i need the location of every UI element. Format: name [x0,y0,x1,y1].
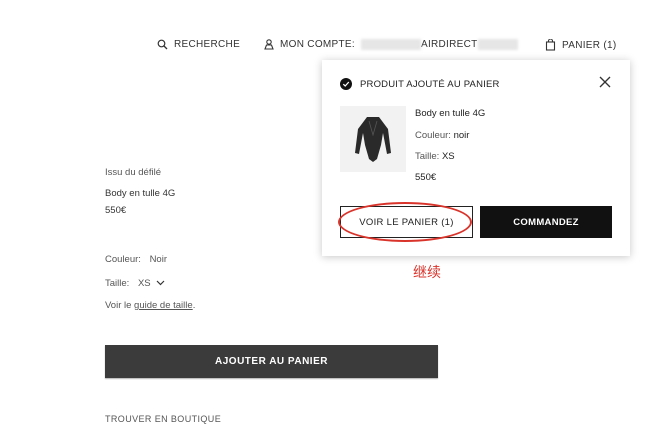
product-name: Body en tulle 4G [105,188,176,199]
redacted-name [360,39,421,50]
check-circle-icon [340,78,352,90]
color-row: Couleur: Noir [105,254,167,265]
chevron-down-icon [156,281,165,286]
cart-popup: PRODUIT AJOUTÉ AU PANIER Body en tulle 4… [322,60,630,256]
size-guide-prefix: Voir le [105,300,132,311]
popup-item-price: 550€ [415,172,437,183]
collection-label: Issu du défilé [105,167,161,178]
nav-cart[interactable]: PANIER (1) [545,39,617,51]
popup-title: PRODUIT AJOUTÉ AU PANIER [360,78,500,90]
search-icon [157,39,168,50]
annotation-text: 继续 [413,265,441,281]
product-price: 550€ [105,205,127,216]
nav-account-name: AIRDIRECT [420,39,478,50]
size-select[interactable]: XS [138,278,165,289]
size-guide-link[interactable]: guide de taille [134,300,193,311]
nav-cart-label: PANIER (1) [562,39,617,51]
redacted-name-end [477,39,518,50]
popup-item-color: Couleur: noir [415,130,470,141]
add-to-cart-button[interactable]: AJOUTER AU PANIER [105,345,438,378]
find-in-store-link[interactable]: TROUVER EN BOUTIQUE [105,414,221,424]
nav-search-label: RECHERCHE [174,39,241,50]
bodysuit-image [355,117,391,162]
nav-account-label: MON COMPTE: [280,39,355,50]
bag-icon [545,39,556,51]
product-thumbnail[interactable] [340,106,406,172]
popup-item-size: Taille: XS [415,151,455,162]
user-icon [264,39,274,50]
popup-header: PRODUIT AJOUTÉ AU PANIER [340,78,500,90]
size-guide-row: Voir le guide de taille. [105,300,195,311]
size-row: Taille: XS [105,278,165,289]
size-label: Taille: [105,278,130,289]
size-value: XS [137,278,151,289]
nav-search[interactable]: RECHERCHE [157,39,240,50]
popup-item-name: Body en tulle 4G [415,108,486,119]
color-label: Couleur: [105,254,141,265]
color-value: Noir [149,254,167,265]
view-cart-button[interactable]: VOIR LE PANIER (1) [340,206,473,238]
size-guide-suffix: . [192,300,196,311]
close-icon[interactable] [598,75,612,89]
checkout-button[interactable]: COMMANDEZ [480,206,612,238]
nav-account[interactable]: MON COMPTE: AIRDIRECT [264,39,518,50]
